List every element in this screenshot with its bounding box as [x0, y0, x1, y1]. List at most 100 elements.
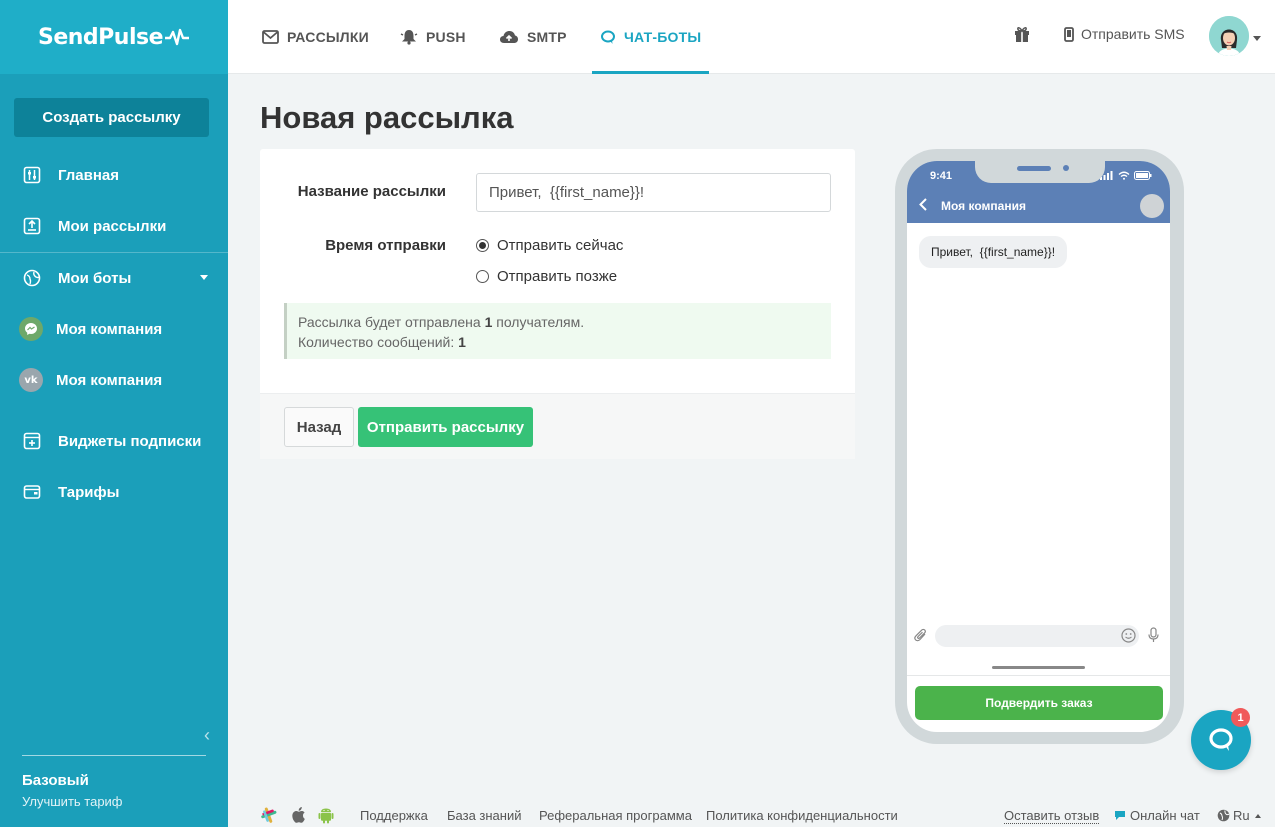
- notification-badge: 1: [1231, 708, 1250, 727]
- back-button[interactable]: Назад: [284, 407, 354, 447]
- chat-message: Привет, {{first_name}}!: [919, 236, 1068, 268]
- footer-link-knowledge-base[interactable]: База знаний: [447, 808, 522, 823]
- chevron-up-icon: [1254, 813, 1261, 818]
- radio-unselected[interactable]: [476, 270, 489, 283]
- logo-area: SendPulse: [0, 0, 228, 74]
- user-menu-chevron-down-icon[interactable]: [1253, 36, 1261, 41]
- globe-icon: [1217, 809, 1230, 822]
- sidebar-item-my-bots[interactable]: Мои боты: [0, 258, 228, 298]
- sidebar-item-home[interactable]: Главная: [0, 155, 228, 195]
- tab-push[interactable]: PUSH: [400, 0, 466, 74]
- phone-icon: [1064, 26, 1074, 42]
- language-selector[interactable]: Ru: [1217, 808, 1261, 823]
- upgrade-plan-link[interactable]: Улучшить тариф: [22, 794, 123, 809]
- sidebar: SendPulse Создать рассылку Главная Мои р…: [0, 0, 228, 827]
- send-campaign-button[interactable]: Отправить рассылку: [358, 407, 533, 447]
- chat-title: Моя компания: [941, 199, 1026, 213]
- messages-line: Количество сообщений: 1: [298, 334, 466, 350]
- tab-campaigns[interactable]: РАССЫЛКИ: [262, 0, 369, 74]
- chevron-down-icon[interactable]: [200, 275, 208, 280]
- android-icon[interactable]: [318, 806, 334, 827]
- sidebar-item-pricing[interactable]: Тарифы: [0, 472, 228, 512]
- tab-chatbots[interactable]: ЧАТ-БОТЫ: [592, 0, 710, 74]
- confirm-order-button[interactable]: Подвердить заказ: [915, 686, 1163, 720]
- message-input[interactable]: [935, 625, 1139, 647]
- sidebar-item-subscription-widgets[interactable]: Виджеты подписки: [0, 421, 228, 461]
- pulse-icon: [165, 28, 190, 46]
- system-icons: [1100, 171, 1152, 180]
- mail-icon: [262, 30, 279, 44]
- phone-notch: [975, 161, 1105, 183]
- sidebar-item-label: Моя компания: [56, 371, 163, 389]
- send-time-label: Время отправки: [325, 237, 446, 254]
- home-indicator: [992, 666, 1085, 669]
- send-later-radio[interactable]: Отправить позже: [476, 268, 617, 285]
- app-icons: [260, 806, 334, 827]
- phone-preview: 9:41 Моя компания Привет, {{first_name}}…: [895, 149, 1184, 744]
- page-title: Новая рассылка: [260, 100, 514, 135]
- upload-icon: [22, 216, 42, 236]
- tab-smtp[interactable]: SMTP: [499, 0, 567, 74]
- gift-icon[interactable]: [1013, 25, 1031, 48]
- chat-icon: [1115, 811, 1125, 820]
- campaign-form-card: Название рассылки Привет, {{first_name}}…: [260, 149, 855, 459]
- send-sms-link[interactable]: Отправить SMS: [1064, 26, 1185, 42]
- chat-avatar: [1140, 194, 1164, 218]
- wallet-icon: [22, 482, 42, 502]
- campaign-name-value: Привет, {{first_name}}!: [489, 184, 645, 201]
- tab-label: ЧАТ-БОТЫ: [624, 29, 702, 45]
- footer-link-support[interactable]: Поддержка: [360, 808, 428, 823]
- logo-text: SendPulse: [38, 24, 164, 50]
- send-later-label: Отправить позже: [497, 268, 618, 285]
- leave-feedback-link[interactable]: Оставить отзыв: [1004, 808, 1100, 824]
- vk-icon: vk: [19, 368, 43, 392]
- create-campaign-button[interactable]: Создать рассылку: [14, 98, 209, 137]
- slack-icon[interactable]: [260, 806, 278, 827]
- paperclip-icon[interactable]: [914, 628, 928, 648]
- widget-icon: [22, 431, 42, 451]
- plan-name: Базовый: [22, 772, 89, 789]
- send-sms-label: Отправить SMS: [1081, 26, 1185, 42]
- sidebar-divider: [0, 252, 228, 253]
- microphone-icon[interactable]: [1148, 627, 1159, 648]
- sidebar-item-label: Главная: [58, 166, 120, 184]
- sliders-icon: [22, 165, 42, 185]
- campaign-name-input[interactable]: Привет, {{first_name}}!: [476, 173, 831, 212]
- chat-header: Моя компания: [907, 189, 1170, 223]
- campaign-name-label: Название рассылки: [297, 183, 446, 200]
- back-arrow-icon[interactable]: [919, 198, 927, 214]
- sidebar-item-my-campaigns[interactable]: Мои рассылки: [0, 206, 228, 246]
- footer-link-privacy[interactable]: Политика конфиденциальности: [706, 808, 898, 823]
- footer: Поддержка База знаний Реферальная програ…: [260, 806, 1270, 826]
- cloud-icon: [499, 30, 519, 44]
- wifi-icon: [1118, 171, 1130, 180]
- collapse-sidebar-icon[interactable]: ‹: [204, 725, 210, 746]
- recipients-info: Рассылка будет отправлена 1 получателям.…: [284, 303, 831, 359]
- tab-label: SMTP: [527, 29, 567, 45]
- emoji-icon[interactable]: [1121, 628, 1136, 648]
- apple-icon[interactable]: [290, 806, 306, 827]
- messenger-icon: [19, 317, 43, 341]
- sidebar-item-label: Мои боты: [58, 269, 132, 287]
- send-now-label: Отправить сейчас: [497, 237, 624, 254]
- sendpulse-logo[interactable]: SendPulse: [38, 24, 190, 50]
- send-now-radio[interactable]: Отправить сейчас: [476, 237, 623, 254]
- footer-link-referral[interactable]: Реферальная программа: [539, 808, 692, 823]
- phone-screen: 9:41 Моя компания Привет, {{first_name}}…: [907, 161, 1170, 732]
- chat-bubble-icon: [1209, 728, 1233, 751]
- online-chat-link[interactable]: Онлайн чат: [1114, 808, 1200, 823]
- sidebar-item-company-messenger[interactable]: Моя компания: [0, 309, 228, 349]
- form-actions: Назад Отправить рассылку: [260, 393, 855, 459]
- plan-divider: [22, 755, 206, 756]
- sidebar-item-company-vk[interactable]: vk Моя компания: [0, 360, 228, 400]
- battery-icon: [1134, 171, 1152, 180]
- avatar[interactable]: [1209, 16, 1249, 56]
- sidebar-item-label: Моя компания: [56, 320, 163, 338]
- status-time: 9:41: [930, 170, 953, 182]
- screen-divider: [907, 675, 1170, 676]
- topbar: РАССЫЛКИ PUSH SMTP ЧАТ-БОТЫ Отправить SM…: [228, 0, 1275, 74]
- radio-selected[interactable]: [476, 239, 489, 252]
- globe-icon: [22, 268, 42, 288]
- bell-icon: [400, 29, 418, 45]
- sidebar-item-label: Тарифы: [58, 483, 120, 501]
